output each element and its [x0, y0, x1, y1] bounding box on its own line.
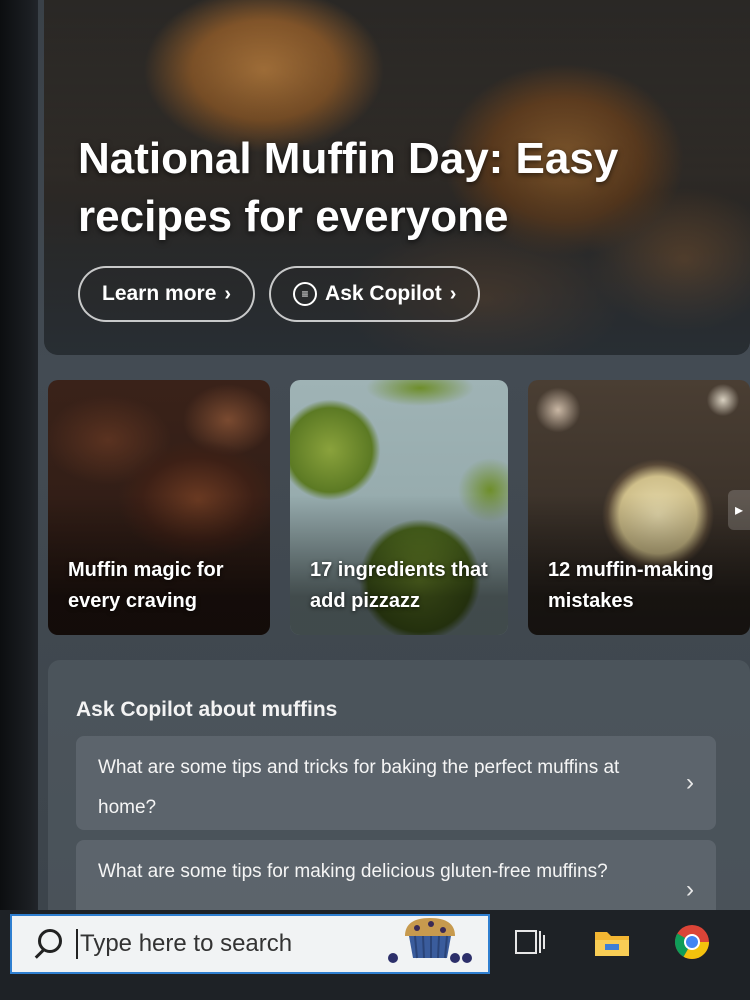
question-text: What are some tips for making delicious … [98, 861, 608, 882]
taskbar: Type here to search [0, 910, 750, 1000]
task-view-icon[interactable] [510, 922, 550, 962]
search-icon [30, 927, 64, 961]
file-explorer-icon[interactable] [592, 922, 632, 962]
card-title: 12 muffin-making mistakes [548, 559, 714, 612]
copilot-question[interactable]: What are some tips and tricks for baking… [76, 736, 716, 830]
ask-copilot-label: Ask Copilot [325, 282, 442, 305]
search-placeholder: Type here to search [80, 930, 293, 957]
widgets-panel: National Muffin Day: Easy recipes for ev… [38, 0, 750, 915]
hero-card[interactable]: National Muffin Day: Easy recipes for ev… [44, 0, 750, 355]
monitor-bezel [0, 0, 40, 1000]
learn-more-label: Learn more [102, 282, 217, 305]
chat-bubble-icon: ≡ [293, 282, 318, 306]
story-card[interactable]: Muffin magic for every craving [48, 380, 270, 635]
learn-more-button[interactable]: Learn more › [78, 266, 256, 322]
chevron-right-icon: › [224, 282, 232, 305]
copilot-question[interactable]: What are some tips for making delicious … [76, 840, 716, 915]
chevron-right-icon: › [686, 876, 694, 903]
ask-copilot-button[interactable]: ≡ Ask Copilot › [269, 266, 481, 322]
section-title: Ask Copilot about muffins [76, 698, 338, 721]
chevron-right-icon: › [449, 282, 457, 305]
story-card[interactable]: 12 muffin-making mistakes ▸ [528, 380, 750, 635]
muffin-highlight-icon[interactable] [385, 914, 475, 972]
question-text: What are some tips and tricks for baking… [98, 757, 620, 818]
story-card[interactable]: 17 ingredients that add pizzazz [290, 380, 508, 635]
story-cards: Muffin magic for every craving 17 ingred… [46, 380, 750, 640]
card-title: 17 ingredients that add pizzazz [310, 559, 488, 612]
ask-copilot-section: Ask Copilot about muffins What are some … [48, 660, 750, 915]
chevron-right-icon: › [686, 769, 694, 796]
hero-title[interactable]: National Muffin Day: Easy recipes for ev… [78, 130, 698, 246]
chrome-icon[interactable] [672, 922, 712, 962]
card-title: Muffin magic for every craving [68, 559, 224, 612]
hero-buttons: Learn more › ≡ Ask Copilot › [78, 266, 481, 322]
next-arrow-icon[interactable]: ▸ [728, 490, 750, 530]
